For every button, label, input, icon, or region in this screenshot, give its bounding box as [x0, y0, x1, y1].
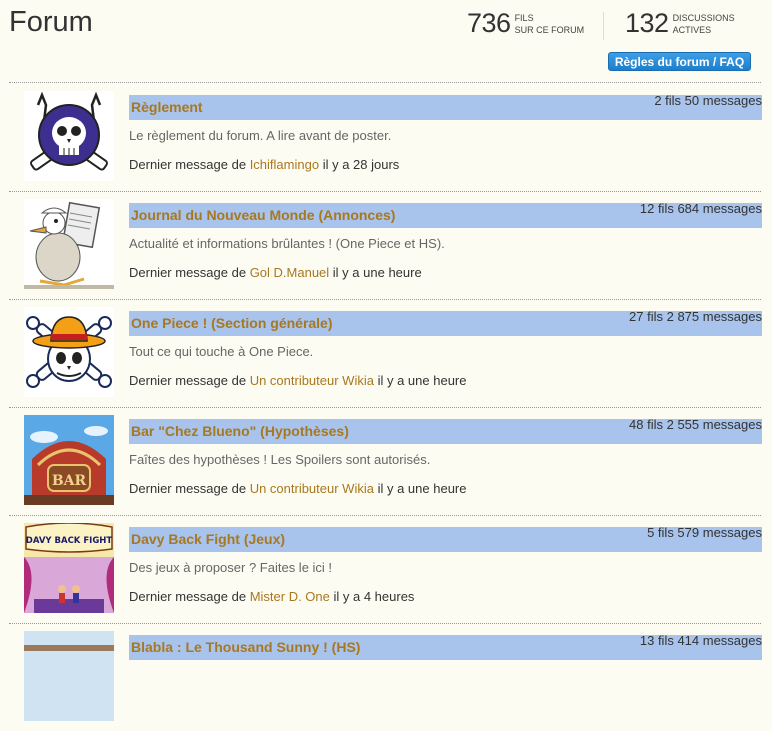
threads-label-line2: SUR CE FORUM: [514, 24, 585, 35]
forum-rules-faq-button[interactable]: Règles du forum / FAQ: [608, 52, 751, 71]
last-post-prefix: Dernier message de: [129, 481, 247, 496]
board-description: Faîtes des hypothèses ! Les Spoilers son…: [129, 452, 431, 467]
stats-divider: [603, 12, 604, 40]
last-post-prefix: Dernier message de: [129, 589, 247, 604]
board-title-link[interactable]: Davy Back Fight (Jeux): [131, 531, 285, 547]
board-last-post: Dernier message de Un contributeur Wikia…: [129, 481, 467, 496]
bar-building-icon: BAR: [24, 415, 114, 505]
board-counts: 13 fils 414 messages: [639, 633, 762, 648]
davy-back-fight-stage-icon: DAVY BACK FIGHT: [24, 523, 114, 613]
last-post-user-link[interactable]: Un contributeur Wikia: [250, 481, 374, 496]
board-row-bar-blueno: BAR Bar "Chez Blueno" (Hypothèses) 48 fi…: [9, 407, 762, 516]
last-post-user-link[interactable]: Un contributeur Wikia: [250, 373, 374, 388]
board-counts: 48 fils 2 555 messages: [629, 417, 762, 432]
active-label-line2: ACTIVES: [672, 24, 712, 35]
board-last-post: Dernier message de Mister D. One il y a …: [129, 589, 414, 604]
bar-sign-text: BAR: [52, 473, 87, 489]
board-row-davy-back-fight: DAVY BACK FIGHT Davy Back Fight (Jeux) 5…: [9, 515, 762, 624]
threads-count: 736: [467, 8, 511, 38]
page-title: Forum: [9, 6, 93, 38]
board-title-link[interactable]: Règlement: [131, 99, 203, 115]
last-post-prefix: Dernier message de: [129, 373, 247, 388]
board-last-post: Dernier message de Gol D.Manuel il y a u…: [129, 265, 422, 280]
board-title-link[interactable]: Bar "Chez Blueno" (Hypothèses): [131, 423, 349, 439]
threads-stat: 736 FILS SUR CE FORUM: [467, 8, 584, 39]
board-title-link[interactable]: Blabla : Le Thousand Sunny ! (HS): [131, 639, 360, 655]
active-count: 132: [625, 8, 669, 38]
board-last-post: Dernier message de Ichiflamingo il y a 2…: [129, 157, 399, 172]
board-counts: 2 fils 50 messages: [654, 93, 762, 108]
davy-sign-text: DAVY BACK FIGHT: [26, 536, 113, 546]
active-label-line1: DISCUSSIONS: [672, 12, 735, 23]
board-last-post: Dernier message de Un contributeur Wikia…: [129, 373, 467, 388]
last-post-prefix: Dernier message de: [129, 157, 247, 172]
board-title-link[interactable]: Journal du Nouveau Monde (Annonces): [131, 207, 395, 223]
last-post-time: il y a 4 heures: [333, 589, 415, 604]
last-post-time: il y a une heure: [377, 373, 467, 388]
last-post-time: il y a une heure: [377, 481, 467, 496]
last-post-prefix: Dernier message de: [129, 265, 247, 280]
threads-label-line1: FILS: [514, 12, 534, 23]
board-description: Le règlement du forum. A lire avant de p…: [129, 128, 392, 143]
board-counts: 27 fils 2 875 messages: [629, 309, 762, 324]
board-row-journal: Journal du Nouveau Monde (Annonces) 12 f…: [9, 191, 762, 300]
board-description: Tout ce qui touche à One Piece.: [129, 344, 314, 359]
board-title-link[interactable]: One Piece ! (Section générale): [131, 315, 333, 331]
board-row-reglement: Règlement 2 fils 50 messages Le règlemen…: [9, 83, 762, 192]
pirate-skull-icon: [24, 91, 114, 181]
board-description: Des jeux à proposer ? Faites le ici !: [129, 560, 333, 575]
last-post-time: il y a 28 jours: [322, 157, 400, 172]
board-row-one-piece: One Piece ! (Section générale) 27 fils 2…: [9, 299, 762, 408]
strawhat-jolly-roger-icon: [24, 307, 114, 397]
last-post-user-link[interactable]: Gol D.Manuel: [250, 265, 329, 280]
last-post-user-link[interactable]: Ichiflamingo: [250, 157, 319, 172]
last-post-user-link[interactable]: Mister D. One: [250, 589, 330, 604]
board-counts: 12 fils 684 messages: [639, 201, 762, 216]
active-label: DISCUSSIONS ACTIVES: [673, 12, 735, 36]
board-counts: 5 fils 579 messages: [647, 525, 762, 540]
board-row-blabla: Blabla : Le Thousand Sunny ! (HS) 13 fil…: [9, 623, 762, 731]
threads-label: FILS SUR CE FORUM: [515, 12, 585, 36]
last-post-time: il y a une heure: [332, 265, 422, 280]
news-coo-bird-icon: [24, 199, 114, 289]
thousand-sunny-icon: [24, 631, 114, 721]
board-description: Actualité et informations brûlantes ! (O…: [129, 236, 445, 251]
active-stat: 132 DISCUSSIONS ACTIVES: [625, 8, 735, 39]
